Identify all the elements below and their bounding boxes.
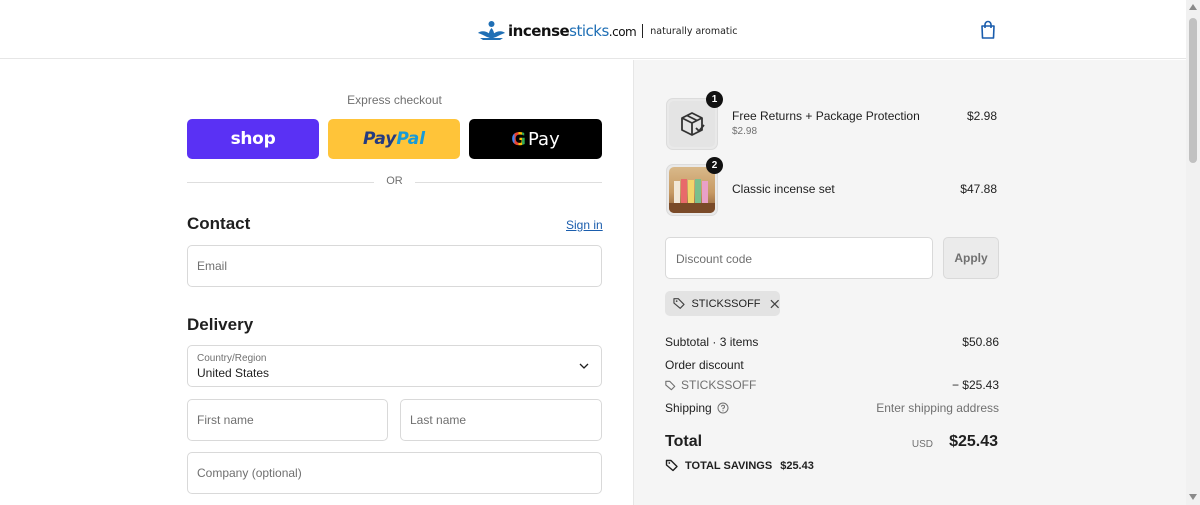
- google-pay-button[interactable]: G Pay: [469, 119, 602, 159]
- last-name-field[interactable]: Last name: [400, 399, 602, 441]
- item-price: $2.98: [966, 109, 997, 123]
- email-field[interactable]: Email: [187, 245, 602, 287]
- lotus-logo-icon: [478, 21, 505, 40]
- tag-icon: [665, 380, 676, 390]
- or-divider: OR: [187, 174, 602, 190]
- subtotal-label: Subtotal · 3 items: [665, 335, 759, 349]
- applied-code-label: STICKSSOFF: [691, 297, 761, 310]
- or-label: OR: [386, 175, 403, 187]
- chevron-down-icon: [579, 363, 589, 369]
- apply-discount-button[interactable]: Apply: [943, 237, 999, 279]
- savings-value: $25.43: [780, 459, 814, 472]
- company-field[interactable]: Company (optional): [187, 452, 602, 494]
- savings-label: TOTAL SAVINGS: [685, 459, 773, 472]
- first-name-field[interactable]: First name: [187, 399, 388, 441]
- subtotal-row: Subtotal · 3 items $50.86: [665, 335, 999, 349]
- discount-code-text: STICKSSOFF: [681, 378, 757, 392]
- delivery-heading: Delivery: [187, 315, 254, 334]
- order-discount-label: Order discount: [665, 358, 744, 372]
- first-name-placeholder: First name: [197, 413, 254, 427]
- discount-value: − $25.43: [951, 378, 999, 392]
- logo-tagline: naturally aromatic: [650, 25, 738, 37]
- paypal-label-pal: Pal: [396, 129, 426, 149]
- checkout-form: Express checkout shop Pay Pal G Pay OR Co…: [0, 60, 633, 505]
- paypal-button[interactable]: Pay Pal: [328, 119, 460, 159]
- package-icon: [681, 112, 705, 136]
- discount-placeholder: Discount code: [676, 252, 753, 266]
- shipping-row: Shipping Enter shipping address: [665, 401, 999, 415]
- order-discount-row: Order discount: [665, 358, 999, 372]
- item-name: Classic incense set: [732, 182, 835, 196]
- scroll-up-arrow-icon[interactable]: [1189, 4, 1197, 10]
- country-value: United States: [197, 366, 270, 380]
- shipping-value: Enter shipping address: [876, 401, 999, 415]
- google-g-icon: G: [511, 128, 527, 150]
- incense-boxes-graphic: [669, 179, 715, 213]
- discount-code-item: STICKSSOFF: [665, 378, 756, 392]
- discount-code-row: STICKSSOFF − $25.43: [665, 378, 999, 394]
- quantity-badge: 2: [706, 157, 723, 174]
- country-label: Country/Region: [197, 353, 267, 364]
- shipping-label-wrap: Shipping: [665, 401, 729, 415]
- country-select[interactable]: Country/Region United States: [187, 345, 602, 387]
- contact-heading: Contact: [187, 214, 251, 233]
- applied-discount-chip: STICKSSOFF: [665, 291, 780, 316]
- tag-icon: [673, 298, 685, 309]
- total-savings: TOTAL SAVINGS $25.43: [665, 459, 814, 472]
- incense-set-image: [669, 167, 715, 213]
- page-scrollbar[interactable]: [1186, 0, 1200, 505]
- sign-in-link[interactable]: Sign in: [566, 218, 603, 232]
- shipping-label: Shipping: [665, 401, 712, 415]
- logo-divider: [642, 24, 644, 38]
- item-subprice: $2.98: [732, 126, 758, 137]
- discount-code-input[interactable]: Discount code: [665, 237, 933, 279]
- order-summary: 1 Free Returns + Package Protection $2.9…: [633, 60, 1186, 505]
- header: incensesticks.com naturally aromatic: [0, 0, 1186, 59]
- paypal-label-pay: Pay: [362, 129, 397, 149]
- shopping-bag-icon[interactable]: [977, 19, 999, 41]
- item-thumbnail: 1: [666, 91, 723, 150]
- subtotal-value: $50.86: [962, 335, 999, 349]
- item-thumbnail: 2: [666, 157, 723, 216]
- scroll-down-arrow-icon[interactable]: [1189, 494, 1197, 500]
- package-protection-image: [669, 101, 715, 147]
- help-icon[interactable]: [717, 402, 729, 414]
- site-logo[interactable]: incensesticks.com naturally aromatic: [478, 17, 737, 45]
- email-placeholder: Email: [197, 259, 228, 273]
- close-icon[interactable]: [769, 298, 780, 310]
- express-checkout-title: Express checkout: [347, 93, 442, 107]
- scrollbar-thumb[interactable]: [1189, 18, 1197, 163]
- logo-wordmark: incensesticks.com: [508, 22, 637, 40]
- currency-code: USD: [911, 439, 933, 450]
- item-name: Free Returns + Package Protection: [732, 109, 920, 123]
- company-placeholder: Company (optional): [197, 466, 302, 480]
- total-label: Total: [665, 433, 703, 450]
- google-pay-label: Pay: [528, 128, 560, 150]
- item-price: $47.88: [960, 182, 997, 196]
- tag-icon: [665, 459, 678, 472]
- last-name-placeholder: Last name: [410, 413, 467, 427]
- shop-pay-button[interactable]: shop: [187, 119, 319, 159]
- shop-pay-label: shop: [230, 129, 276, 149]
- total-value: $25.43: [949, 433, 998, 450]
- quantity-badge: 1: [706, 91, 723, 108]
